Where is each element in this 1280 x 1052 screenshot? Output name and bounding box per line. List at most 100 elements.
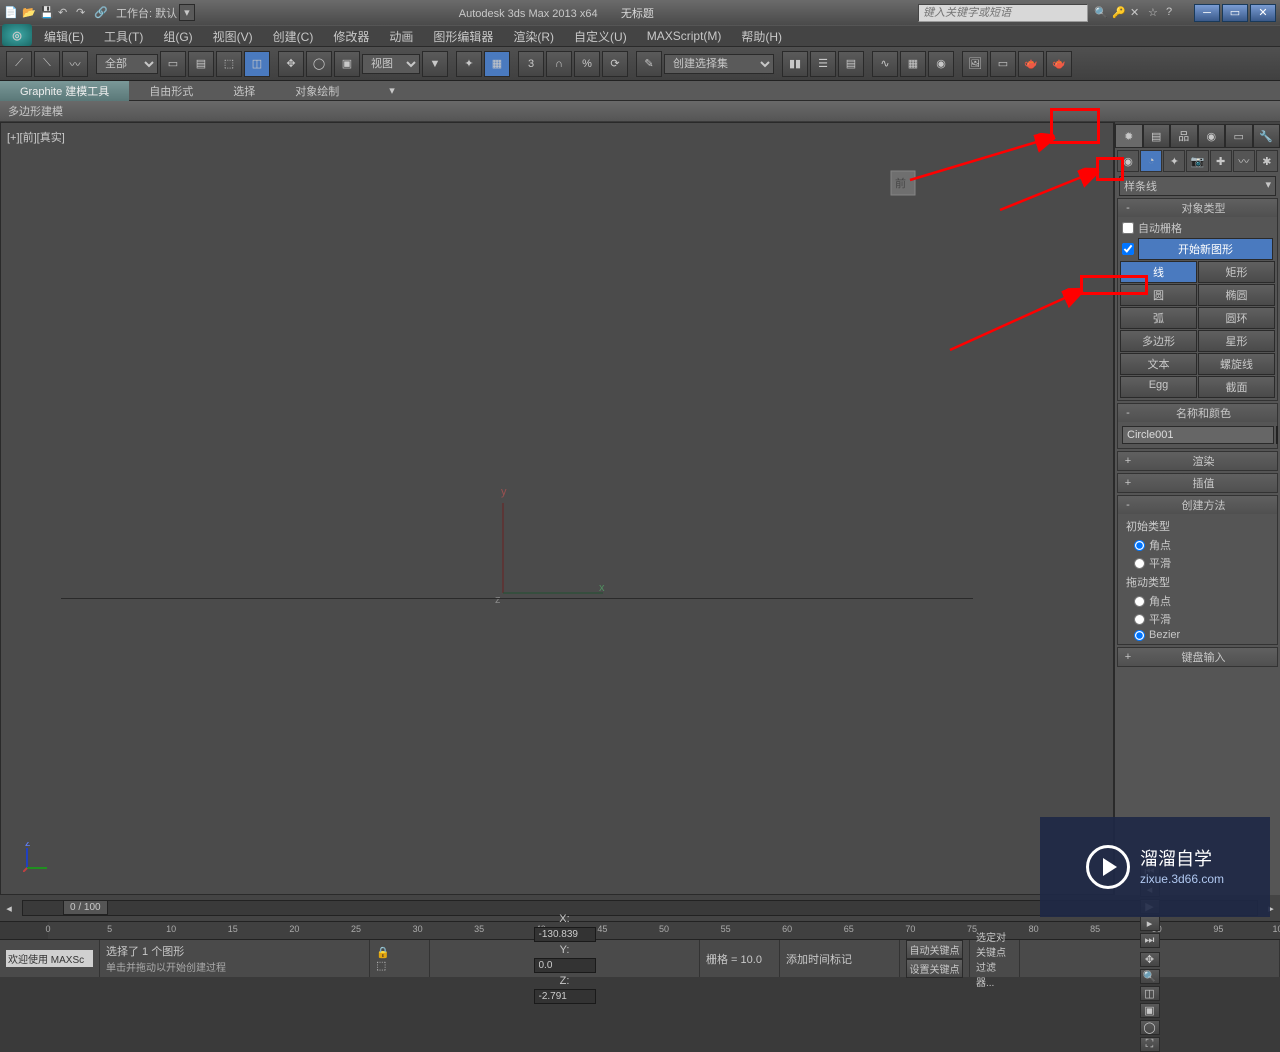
link-icon[interactable]: 🔗 bbox=[94, 6, 108, 20]
goto-end-icon[interactable]: ⏭ bbox=[1140, 933, 1160, 948]
workspace-dropdown[interactable]: ▾ bbox=[179, 4, 195, 21]
section-button[interactable]: 截面 bbox=[1198, 376, 1275, 398]
material-editor-icon[interactable]: ◉ bbox=[928, 51, 954, 77]
selection-filter-dropdown[interactable]: 全部 bbox=[96, 54, 158, 74]
ellipse-button[interactable]: 椭圆 bbox=[1198, 284, 1275, 306]
rollout-hdr-namecolor[interactable]: -名称和颜色 bbox=[1118, 404, 1277, 422]
ribbon-tab-selection[interactable]: 选择 bbox=[213, 81, 275, 101]
shape-category-dropdown[interactable]: 样条线▾ bbox=[1119, 176, 1276, 196]
star-button[interactable]: 星形 bbox=[1198, 330, 1275, 352]
orbit-icon[interactable]: ◯ bbox=[1140, 1020, 1160, 1035]
ribbon-tab-objectpaint[interactable]: 对象绘制 bbox=[275, 81, 359, 101]
help-icon[interactable]: ? bbox=[1166, 6, 1180, 20]
curve-editor-icon[interactable]: ∿ bbox=[872, 51, 898, 77]
line-button[interactable]: 线 bbox=[1120, 261, 1197, 283]
keyfilter-button[interactable]: 关键点过滤器... bbox=[976, 944, 1013, 989]
application-menu-icon[interactable]: ◎ bbox=[2, 24, 32, 46]
lights-cat-icon[interactable]: ✦ bbox=[1163, 150, 1185, 172]
viewcube[interactable]: 前 bbox=[873, 153, 933, 213]
pan-icon[interactable]: ✥ bbox=[1140, 952, 1160, 967]
rollout-hdr-createmethod[interactable]: -创建方法 bbox=[1118, 496, 1277, 514]
mirror-icon[interactable]: ▮▮ bbox=[782, 51, 808, 77]
rollout-hdr-interp[interactable]: +插值 bbox=[1118, 474, 1277, 492]
scale-icon[interactable]: ▣ bbox=[334, 51, 360, 77]
refcoord-dropdown[interactable]: 视图 bbox=[362, 54, 420, 74]
undo-icon[interactable]: ↶ bbox=[58, 6, 72, 20]
selset-label[interactable]: 选定对 bbox=[976, 929, 1013, 944]
maximize-button[interactable]: ▭ bbox=[1222, 4, 1248, 22]
menu-customize[interactable]: 自定义(U) bbox=[564, 28, 637, 45]
menu-group[interactable]: 组(G) bbox=[153, 28, 202, 45]
spinner-snap-icon[interactable]: ⟳ bbox=[602, 51, 628, 77]
object-name-input[interactable] bbox=[1122, 426, 1274, 444]
autogrid-checkbox[interactable] bbox=[1122, 222, 1134, 234]
percent-snap-icon[interactable]: % bbox=[574, 51, 600, 77]
render-setup-icon[interactable]: 🖼 bbox=[962, 51, 988, 77]
addtime-label[interactable]: 添加时间标记 bbox=[786, 951, 893, 967]
select-link-icon[interactable]: ⟋ bbox=[6, 51, 32, 77]
utilities-tab-icon[interactable]: 🔧 bbox=[1253, 124, 1280, 148]
track-bar[interactable]: 0510152025303540455055606570758085909510… bbox=[0, 921, 1280, 939]
maximize-vp-icon[interactable]: ⛶ bbox=[1140, 1037, 1160, 1052]
rollout-hdr-render[interactable]: +渲染 bbox=[1118, 452, 1277, 470]
menu-create[interactable]: 创建(C) bbox=[263, 28, 324, 45]
helix-button[interactable]: 螺旋线 bbox=[1198, 353, 1275, 375]
viewport-label[interactable]: [+][前][真实] bbox=[7, 129, 65, 145]
move-icon[interactable]: ✥ bbox=[278, 51, 304, 77]
render-prod-icon[interactable]: 🫖 bbox=[1046, 51, 1072, 77]
signin-icon[interactable]: 🔑 bbox=[1112, 6, 1126, 20]
object-color-swatch[interactable] bbox=[1276, 426, 1278, 444]
menu-tools[interactable]: 工具(T) bbox=[94, 28, 153, 45]
minimize-button[interactable]: ─ bbox=[1194, 4, 1220, 22]
arc-button[interactable]: 弧 bbox=[1120, 307, 1197, 329]
iso-icon[interactable]: ⬚ bbox=[376, 959, 423, 972]
render-icon[interactable]: 🫖 bbox=[1018, 51, 1044, 77]
viewport-front[interactable]: [+][前][真实] y x z z 前 bbox=[0, 122, 1114, 895]
menu-help[interactable]: 帮助(H) bbox=[731, 28, 792, 45]
redo-icon[interactable]: ↷ bbox=[76, 6, 90, 20]
timeline-prev-icon[interactable]: ◂ bbox=[0, 902, 18, 915]
angle-snap-icon[interactable]: ∩ bbox=[546, 51, 572, 77]
hierarchy-tab-icon[interactable]: 品 bbox=[1170, 124, 1198, 148]
close-button[interactable]: ✕ bbox=[1250, 4, 1276, 22]
render-frame-icon[interactable]: ▭ bbox=[990, 51, 1016, 77]
rectangle-button[interactable]: 矩形 bbox=[1198, 261, 1275, 283]
egg-button[interactable]: Egg bbox=[1120, 376, 1197, 398]
systems-cat-icon[interactable]: ✱ bbox=[1256, 150, 1278, 172]
rollout-hdr-objtype[interactable]: -对象类型 bbox=[1118, 199, 1277, 217]
rotate-icon[interactable]: ◯ bbox=[306, 51, 332, 77]
next-frame-icon[interactable]: ▸ bbox=[1140, 916, 1160, 931]
named-selection-dropdown[interactable]: 创建选择集 bbox=[664, 54, 774, 74]
schematic-icon[interactable]: ▦ bbox=[900, 51, 926, 77]
setkey-button[interactable]: 设置关键点 bbox=[906, 959, 963, 978]
startnew-checkbox[interactable] bbox=[1122, 243, 1134, 255]
drag-bezier-radio[interactable] bbox=[1134, 630, 1145, 641]
x-coord-input[interactable] bbox=[534, 927, 596, 942]
startnew-button[interactable]: 开始新图形 bbox=[1138, 238, 1273, 260]
layers-icon[interactable]: ▤ bbox=[838, 51, 864, 77]
ribbon-tab-graphite[interactable]: Graphite 建模工具 bbox=[0, 81, 129, 101]
new-icon[interactable]: 📄 bbox=[4, 6, 18, 20]
manip-icon[interactable]: ✦ bbox=[456, 51, 482, 77]
lock-icon[interactable]: 🔒 bbox=[376, 946, 423, 959]
z-coord-input[interactable] bbox=[534, 989, 596, 1004]
helpers-cat-icon[interactable]: ✚ bbox=[1210, 150, 1232, 172]
favorite-icon[interactable]: ☆ bbox=[1148, 6, 1162, 20]
exchange-icon[interactable]: ✕ bbox=[1130, 6, 1144, 20]
zoom-extents-icon[interactable]: ▣ bbox=[1140, 1003, 1160, 1018]
align-icon[interactable]: ☰ bbox=[810, 51, 836, 77]
window-crossing-icon[interactable]: ◫ bbox=[244, 51, 270, 77]
drag-smooth-radio[interactable] bbox=[1134, 614, 1145, 625]
circle-button[interactable]: 圆 bbox=[1120, 284, 1197, 306]
autokey-button[interactable]: 自动关键点 bbox=[906, 940, 963, 959]
infocenter-icon[interactable]: 🔍 bbox=[1094, 6, 1108, 20]
rect-select-icon[interactable]: ⬚ bbox=[216, 51, 242, 77]
keymode-icon[interactable]: ▦ bbox=[484, 51, 510, 77]
ngon-button[interactable]: 多边形 bbox=[1120, 330, 1197, 352]
menu-edit[interactable]: 编辑(E) bbox=[34, 28, 94, 45]
display-tab-icon[interactable]: ▭ bbox=[1225, 124, 1253, 148]
fov-icon[interactable]: ◫ bbox=[1140, 986, 1160, 1001]
menu-modifiers[interactable]: 修改器 bbox=[323, 28, 379, 45]
text-button[interactable]: 文本 bbox=[1120, 353, 1197, 375]
unlink-icon[interactable]: ⟍ bbox=[34, 51, 60, 77]
